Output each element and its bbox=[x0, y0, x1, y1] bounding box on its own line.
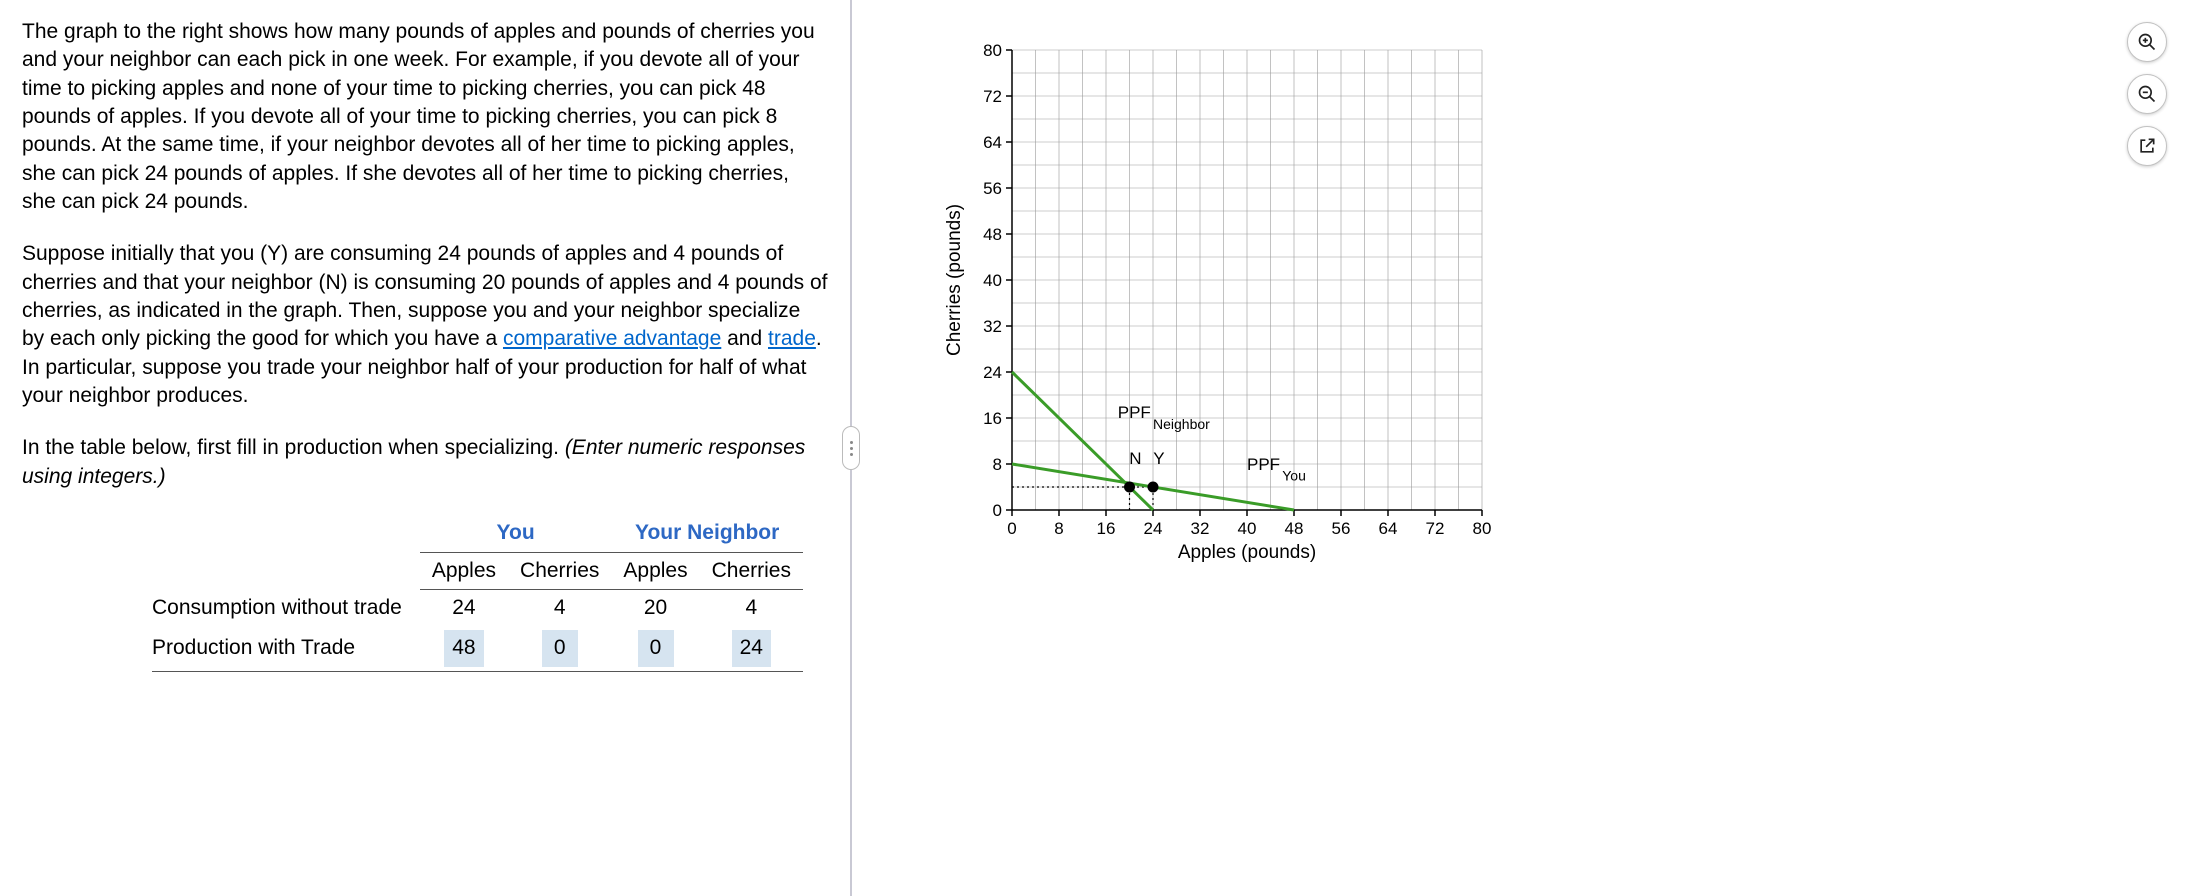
svg-text:PPF: PPF bbox=[1247, 455, 1280, 474]
input-you-cherries[interactable]: 0 bbox=[542, 630, 578, 666]
svg-text:PPF: PPF bbox=[1118, 403, 1151, 422]
svg-text:16: 16 bbox=[1097, 519, 1116, 538]
svg-text:Y: Y bbox=[1153, 449, 1164, 468]
instruction-paragraph: In the table below, first fill in produc… bbox=[22, 434, 828, 491]
svg-text:80: 80 bbox=[1473, 519, 1492, 538]
row1-n-cherries: 4 bbox=[700, 589, 803, 626]
zoom-in-icon bbox=[2137, 32, 2157, 52]
svg-text:72: 72 bbox=[983, 87, 1002, 106]
zoom-out-icon bbox=[2137, 84, 2157, 104]
comparative-advantage-link[interactable]: comparative advantage bbox=[503, 327, 721, 350]
col-neighbor-cherries: Cherries bbox=[700, 552, 803, 589]
svg-text:64: 64 bbox=[1379, 519, 1398, 538]
zoom-in-button[interactable] bbox=[2127, 22, 2167, 62]
svg-text:48: 48 bbox=[1285, 519, 1304, 538]
col-you-cherries: Cherries bbox=[508, 552, 611, 589]
col-you-apples: Apples bbox=[420, 552, 508, 589]
svg-text:56: 56 bbox=[1332, 519, 1351, 538]
svg-text:72: 72 bbox=[1426, 519, 1445, 538]
zoom-out-button[interactable] bbox=[2127, 74, 2167, 114]
svg-text:32: 32 bbox=[983, 317, 1002, 336]
table-group-you: You bbox=[420, 515, 612, 552]
svg-text:40: 40 bbox=[983, 271, 1002, 290]
svg-text:64: 64 bbox=[983, 133, 1002, 152]
row1-you-apples: 24 bbox=[420, 589, 508, 626]
intro-paragraph: The graph to the right shows how many po… bbox=[22, 18, 828, 216]
svg-text:8: 8 bbox=[1054, 519, 1063, 538]
table-row: Production with Trade 48 0 0 24 bbox=[152, 626, 803, 671]
svg-text:48: 48 bbox=[983, 225, 1002, 244]
graph-pane: 0 8 16 24 32 40 48 56 64 72 80 0 8 16 24 32 40 48 56 64 72 80… bbox=[852, 0, 2192, 896]
row1-you-cherries: 4 bbox=[508, 589, 611, 626]
svg-text:16: 16 bbox=[983, 409, 1002, 428]
table-group-neighbor: Your Neighbor bbox=[611, 515, 803, 552]
popout-button[interactable] bbox=[2127, 126, 2167, 166]
scenario-text-mid: and bbox=[721, 327, 768, 350]
svg-text:56: 56 bbox=[983, 179, 1002, 198]
svg-text:0: 0 bbox=[993, 501, 1002, 520]
open-in-new-icon bbox=[2137, 136, 2157, 156]
data-table: You Your Neighbor Apples Cherries Apples… bbox=[152, 515, 828, 671]
row1-label: Consumption without trade bbox=[152, 589, 420, 626]
svg-text:32: 32 bbox=[1191, 519, 1210, 538]
trade-link[interactable]: trade bbox=[768, 327, 816, 350]
svg-text:Neighbor: Neighbor bbox=[1153, 416, 1210, 432]
input-you-apples[interactable]: 48 bbox=[444, 630, 483, 666]
row1-n-apples: 20 bbox=[611, 589, 699, 626]
question-text-pane: The graph to the right shows how many po… bbox=[0, 0, 850, 896]
svg-text:40: 40 bbox=[1238, 519, 1257, 538]
input-n-cherries[interactable]: 24 bbox=[732, 630, 771, 666]
svg-text:8: 8 bbox=[993, 455, 1002, 474]
row2-label: Production with Trade bbox=[152, 626, 420, 671]
svg-text:80: 80 bbox=[983, 41, 1002, 60]
scenario-paragraph: Suppose initially that you (Y) are consu… bbox=[22, 240, 828, 410]
svg-text:Apples (pounds): Apples (pounds) bbox=[1178, 542, 1316, 563]
svg-text:Cherries (pounds): Cherries (pounds) bbox=[944, 204, 965, 356]
graph-tools bbox=[2127, 22, 2167, 166]
ppf-chart: 0 8 16 24 32 40 48 56 64 72 80 0 8 16 24 32 40 48 56 64 72 80… bbox=[942, 30, 1502, 570]
svg-text:0: 0 bbox=[1007, 519, 1016, 538]
instruction-text: In the table below, first fill in produc… bbox=[22, 436, 565, 459]
svg-text:N: N bbox=[1129, 449, 1141, 468]
table-row: Consumption without trade 24 4 20 4 bbox=[152, 589, 803, 626]
svg-text:You: You bbox=[1282, 468, 1306, 484]
col-neighbor-apples: Apples bbox=[611, 552, 699, 589]
svg-text:24: 24 bbox=[983, 363, 1002, 382]
svg-text:24: 24 bbox=[1144, 519, 1163, 538]
input-n-apples[interactable]: 0 bbox=[638, 630, 674, 666]
